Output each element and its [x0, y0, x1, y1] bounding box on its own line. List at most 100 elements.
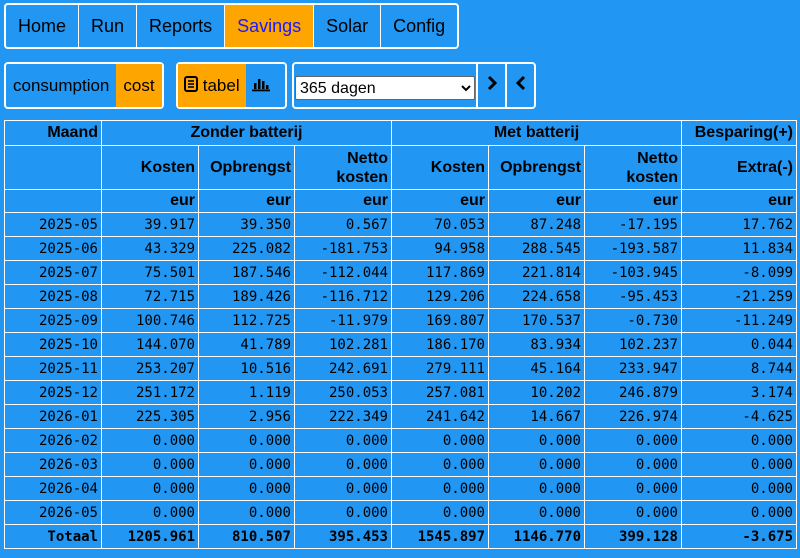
table-row: 2026-01 225.305 2.956 222.349 241.642 14.667 2… — [4, 404, 797, 429]
nav-run[interactable]: Run — [79, 5, 138, 47]
cell-net-without: 0.000 — [294, 476, 392, 501]
main-navbar: Home Run Reports Savings Solar Config — [4, 3, 460, 49]
next-button[interactable] — [476, 64, 505, 107]
cell-cost-with: 129.206 — [391, 284, 489, 309]
cell-yield-without: 225.082 — [198, 236, 295, 261]
table-row: 2026-02 0.000 0.000 0.000 0.000 0.000 0.000 0.0… — [4, 428, 797, 453]
cell-net-with: 102.237 — [584, 332, 682, 357]
mode-toggle: consumption cost — [4, 62, 164, 109]
header-extra: Extra(-) — [681, 145, 797, 190]
cell-net-with: 399.128 — [584, 524, 682, 549]
cell-yield-with: 0.000 — [488, 476, 585, 501]
unit-cell: eur — [681, 189, 797, 213]
consumption-button[interactable]: consumption — [6, 64, 116, 107]
cell-saving: 11.834 — [681, 236, 797, 261]
cell-month: 2025-07 — [4, 260, 102, 285]
header-cost-with: Kosten — [391, 145, 489, 190]
table-row: 2025-11 253.207 10.516 242.691 279.111 45.164… — [4, 356, 797, 381]
nav-solar[interactable]: Solar — [314, 5, 382, 47]
unit-cell: eur — [294, 189, 392, 213]
cell-month: 2025-08 — [4, 284, 102, 309]
header-month: Maand — [4, 120, 102, 146]
cell-yield-with: 45.164 — [488, 356, 585, 381]
header-with-battery: Met batterij — [391, 120, 682, 146]
cell-cost-without: 253.207 — [101, 356, 199, 381]
table-body: 2025-05 39.917 39.350 0.567 70.053 87.248 -17.… — [4, 212, 797, 549]
cell-net-without: -112.044 — [294, 260, 392, 285]
cell-cost-with: 241.642 — [391, 404, 489, 429]
cell-yield-with: 0.000 — [488, 452, 585, 477]
cell-saving: 0.000 — [681, 452, 797, 477]
header-net-with: Netto kosten — [584, 145, 682, 190]
prev-button[interactable] — [505, 64, 534, 107]
cell-yield-with: 14.667 — [488, 404, 585, 429]
cell-net-with: 233.947 — [584, 356, 682, 381]
nav-home[interactable]: Home — [6, 5, 80, 47]
cell-saving: 0.000 — [681, 476, 797, 501]
unit-cell: eur — [391, 189, 489, 213]
cell-net-with: -103.945 — [584, 260, 682, 285]
cell-saving: -8.099 — [681, 260, 797, 285]
cell-yield-without: 189.426 — [198, 284, 295, 309]
cell-yield-with: 87.248 — [488, 212, 585, 237]
cell-yield-without: 0.000 — [198, 452, 295, 477]
cell-cost-without: 251.172 — [101, 380, 199, 405]
cell-cost-with: 117.869 — [391, 260, 489, 285]
cell-saving: 3.174 — [681, 380, 797, 405]
table-view-label: tabel — [202, 76, 240, 95]
table-row: 2025-06 43.329 225.082 -181.753 94.958 288.54… — [4, 236, 797, 261]
cell-month: 2026-01 — [4, 404, 102, 429]
cell-net-with: -95.453 — [584, 284, 682, 309]
cell-net-with: -17.195 — [584, 212, 682, 237]
cell-saving: 0.044 — [681, 332, 797, 357]
cell-net-with: 0.000 — [584, 428, 682, 453]
cell-cost-without: 1205.961 — [101, 524, 199, 549]
cell-yield-with: 221.814 — [488, 260, 585, 285]
header-net-without: Netto kosten — [294, 145, 392, 190]
savings-table: Maand Zonder batterij Met batterij Bespa… — [4, 120, 797, 549]
cell-cost-with: 0.000 — [391, 428, 489, 453]
cell-month: 2026-02 — [4, 428, 102, 453]
cell-month: 2025-10 — [4, 332, 102, 357]
unit-cell: eur — [198, 189, 295, 213]
cell-net-with: 0.000 — [584, 500, 682, 525]
cell-yield-with: 83.934 — [488, 332, 585, 357]
cell-cost-with: 0.000 — [391, 452, 489, 477]
cell-cost-with: 0.000 — [391, 476, 489, 501]
unit-cell: eur — [101, 189, 199, 213]
cell-month: 2025-11 — [4, 356, 102, 381]
cell-yield-without: 0.000 — [198, 428, 295, 453]
cell-month: 2025-12 — [4, 380, 102, 405]
cell-yield-without: 10.516 — [198, 356, 295, 381]
cell-yield-with: 10.202 — [488, 380, 585, 405]
cell-yield-with: 288.545 — [488, 236, 585, 261]
cell-yield-without: 187.546 — [198, 260, 295, 285]
header-saving: Besparing(+) — [681, 120, 797, 146]
cell-month: 2025-06 — [4, 236, 102, 261]
cell-yield-with: 224.658 — [488, 284, 585, 309]
cell-cost-without: 225.305 — [101, 404, 199, 429]
nav-config[interactable]: Config — [381, 5, 457, 47]
cell-saving: 8.744 — [681, 356, 797, 381]
cell-net-without: -11.979 — [294, 308, 392, 333]
list-icon — [184, 65, 198, 108]
table-row: 2026-03 0.000 0.000 0.000 0.000 0.000 0.000 0.0… — [4, 452, 797, 477]
cell-cost-without: 0.000 — [101, 428, 199, 453]
cell-saving: 0.000 — [681, 428, 797, 453]
cost-button[interactable]: cost — [116, 64, 162, 107]
cell-cost-without: 75.501 — [101, 260, 199, 285]
header-without-battery: Zonder batterij — [101, 120, 392, 146]
cell-cost-with: 169.807 — [391, 308, 489, 333]
table-view-button[interactable]: tabel — [178, 64, 246, 107]
cell-net-without: 242.691 — [294, 356, 392, 381]
cell-saving: -11.249 — [681, 308, 797, 333]
cell-yield-with: 1146.770 — [488, 524, 585, 549]
cell-month: 2026-05 — [4, 500, 102, 525]
period-select[interactable]: 365 dagen — [295, 76, 475, 100]
cell-yield-without: 41.789 — [198, 332, 295, 357]
cell-cost-without: 72.715 — [101, 284, 199, 309]
cell-saving: -3.675 — [681, 524, 797, 549]
nav-reports[interactable]: Reports — [137, 5, 226, 47]
chart-view-button[interactable] — [246, 64, 276, 107]
nav-savings[interactable]: Savings — [225, 5, 315, 47]
